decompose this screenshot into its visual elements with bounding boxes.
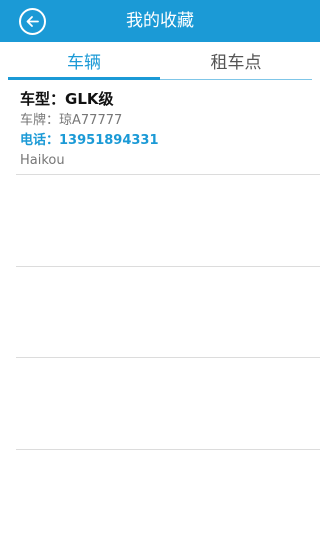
vehicle-city: Haikou (20, 153, 65, 168)
plate-value: 琼A77777 (59, 113, 123, 128)
list-divider (16, 357, 320, 358)
plate-label: 车牌： (20, 113, 60, 128)
title-bar: 我的收藏 (0, 0, 320, 42)
vehicle-plate: 车牌：琼A77777 (20, 111, 310, 131)
tab-rental-points[interactable]: 租车点 (160, 48, 312, 81)
page-title: 我的收藏 (126, 11, 194, 31)
list-divider (16, 449, 320, 450)
model-value: GLK级 (65, 90, 114, 108)
list-divider (16, 174, 320, 175)
model-label: 车型： (20, 90, 66, 108)
favorite-vehicle-item[interactable]: 车型：GLK级 车牌：琼A77777 电话：13951894331 Haikou (20, 88, 310, 171)
list-divider (16, 266, 320, 267)
phone-value[interactable]: 13951894331 (59, 133, 159, 148)
tab-active-indicator (8, 77, 160, 80)
vehicle-model: 车型：GLK级 (20, 88, 310, 110)
tab-bar: 车辆 租车点 (8, 48, 312, 81)
phone-label: 电话： (20, 133, 60, 148)
vehicle-phone[interactable]: 电话：13951894331 (20, 131, 310, 151)
